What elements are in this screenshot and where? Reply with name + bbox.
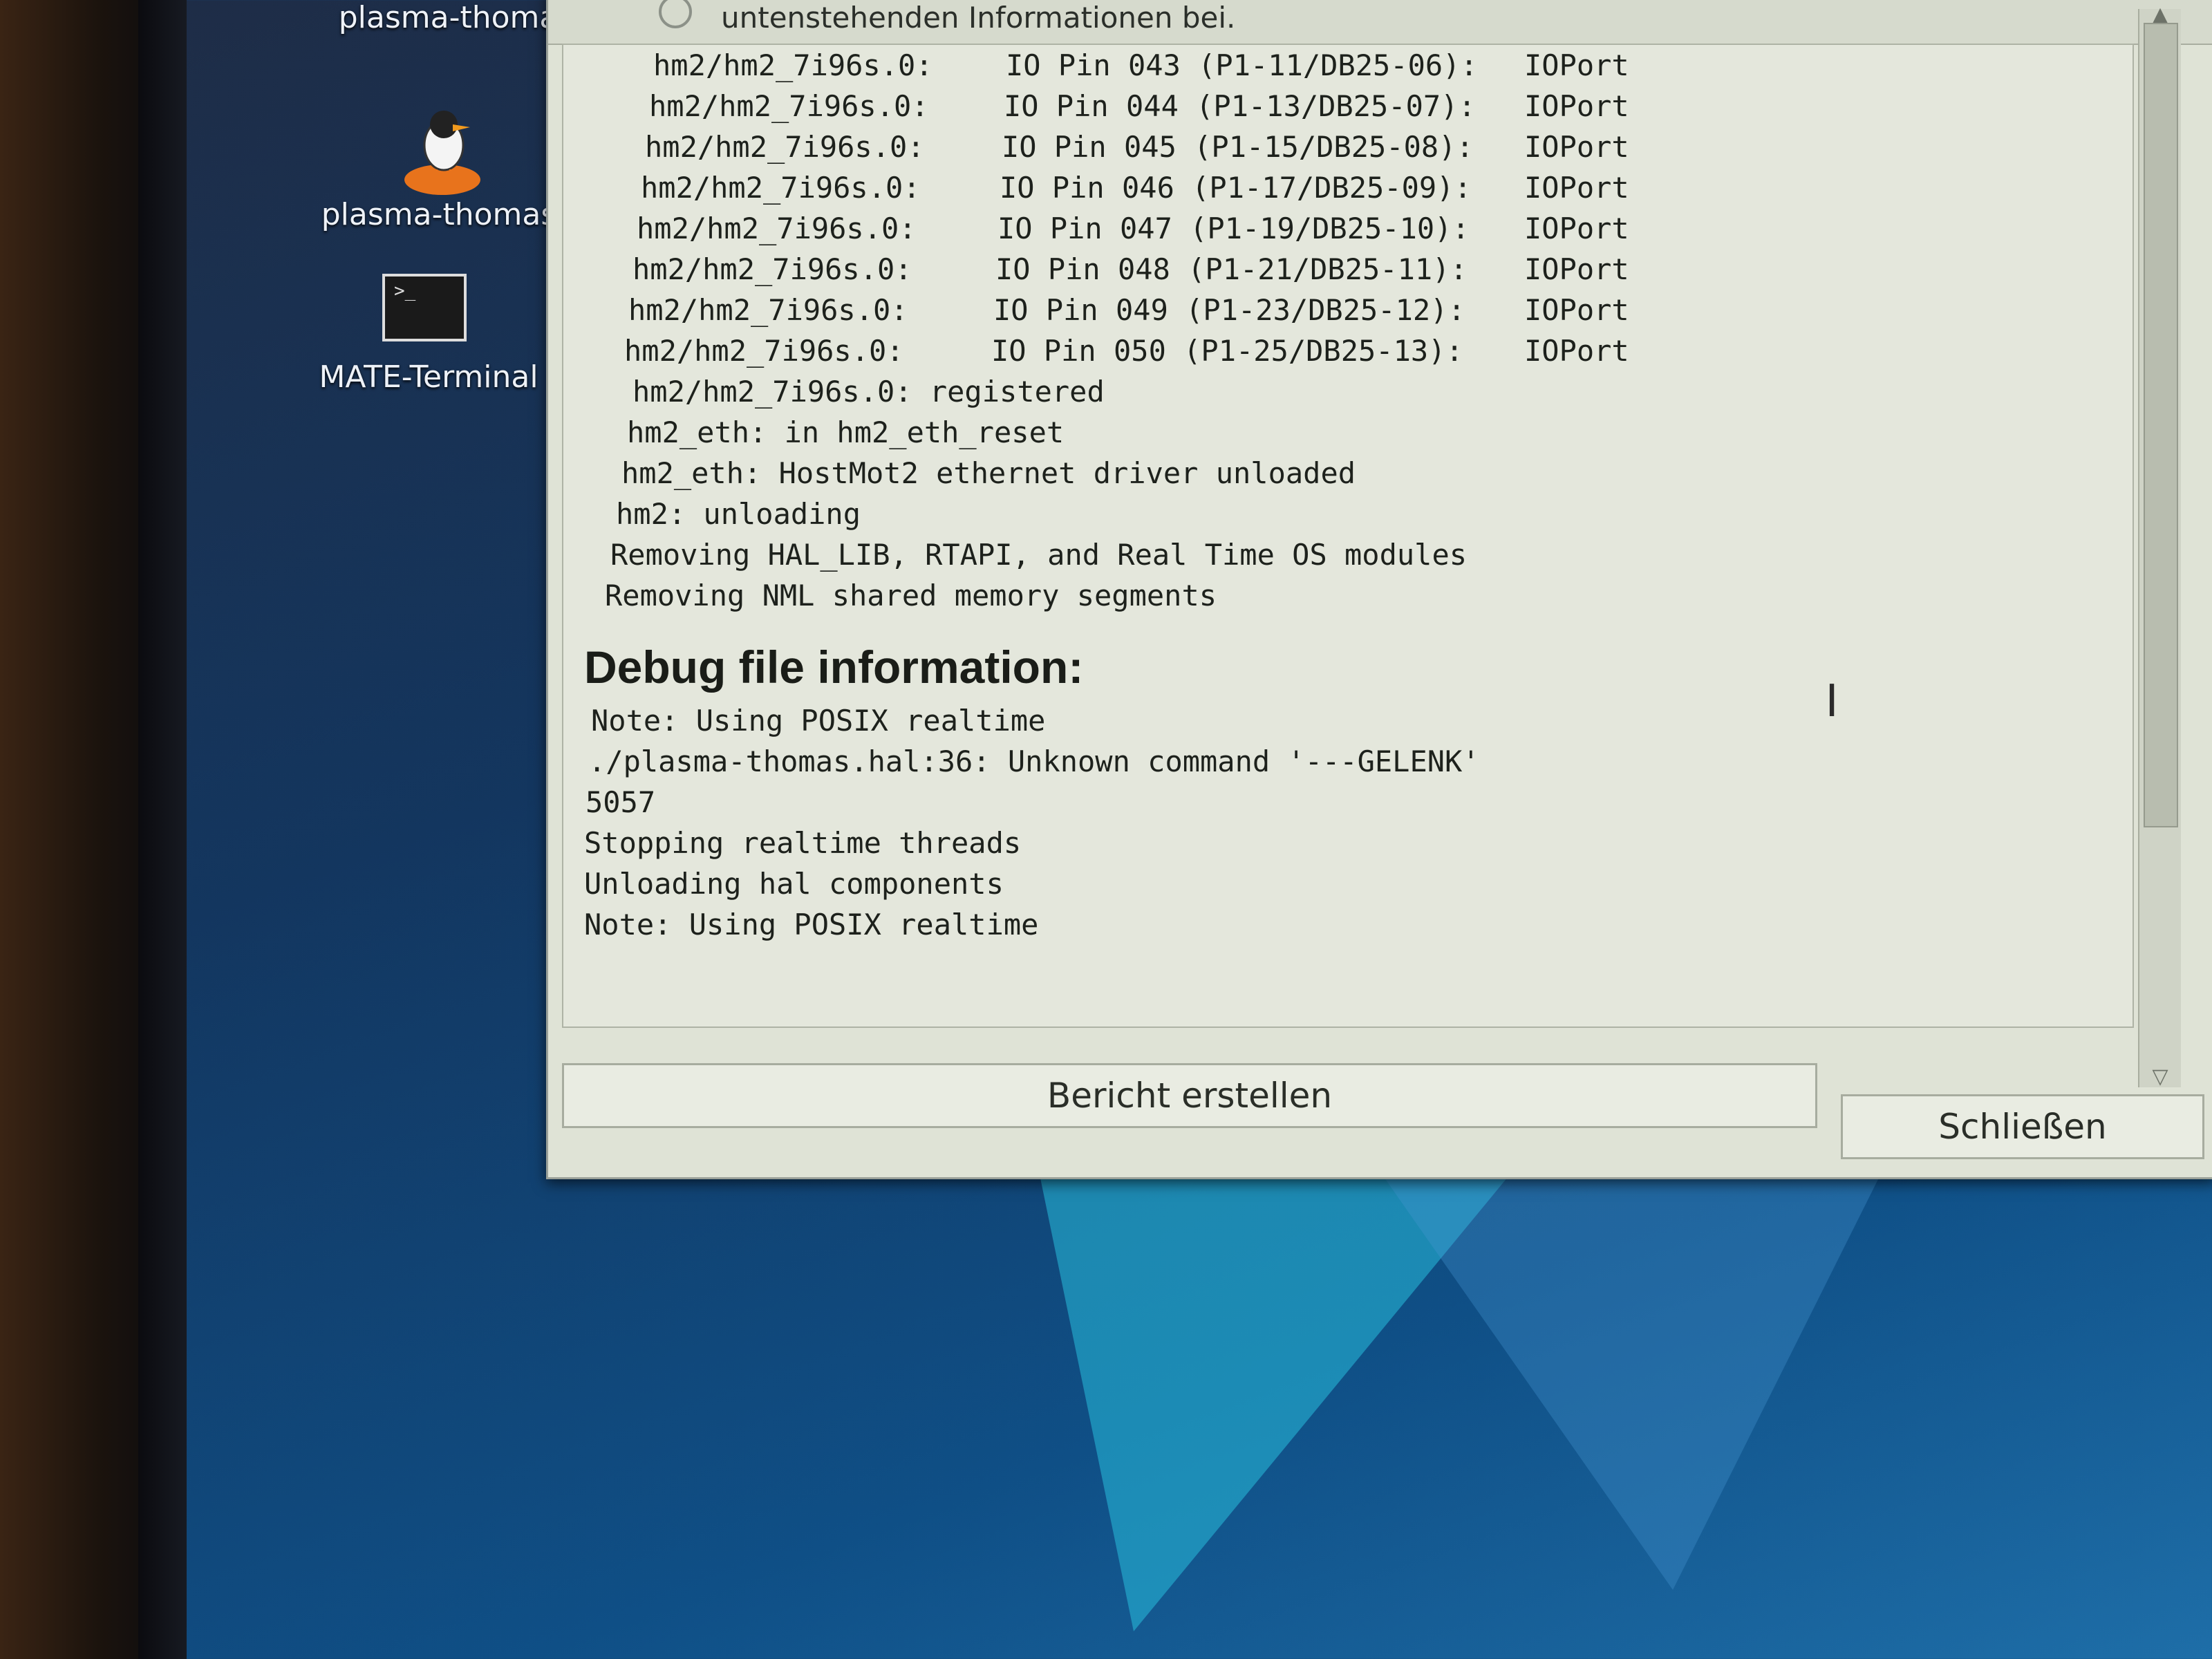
desktop-icon-label[interactable]: plasma-thomas <box>332 0 581 35</box>
svg-text:>_: >_ <box>394 281 416 301</box>
debug-line: Note: Using POSIX realtime <box>591 704 1046 738</box>
log-line: hm2_eth: HostMot2 ethernet driver unload… <box>621 456 1356 490</box>
pin-name: IO Pin 050 (P1-25/DB25-13): <box>991 334 1463 368</box>
error-icon <box>659 0 692 28</box>
pin-line: hm2/hm2_7i96s.0: IO Pin 050 (P1-25/DB25-1… <box>563 330 2133 371</box>
pin-module: hm2/hm2_7i96s.0: <box>653 48 933 82</box>
pin-module: hm2/hm2_7i96s.0: <box>645 130 925 164</box>
pin-list: hm2/hm2_7i96s.0: IO Pin 043 (P1-11/DB25-0… <box>563 45 2133 371</box>
pin-type: IOPort <box>1524 334 1629 368</box>
desktop-icon-label[interactable]: MATE-Terminal <box>290 359 567 395</box>
pin-type: IOPort <box>1524 48 1629 82</box>
log-line: hm2/hm2_7i96s.0: registered <box>632 375 1105 409</box>
debug-line: Unloading hal components <box>584 867 1004 901</box>
debug-line: ./plasma-thomas.hal:36: Unknown command … <box>588 744 1480 778</box>
pin-name: IO Pin 047 (P1-19/DB25-10): <box>997 212 1470 245</box>
pin-type: IOPort <box>1524 130 1629 164</box>
pin-module: hm2/hm2_7i96s.0: <box>649 89 929 123</box>
pin-type: IOPort <box>1524 212 1629 245</box>
debug-line: Note: Using POSIX realtime <box>584 908 1039 941</box>
vertical-scrollbar[interactable]: ▲ ▽ <box>2138 5 2181 1087</box>
close-button[interactable]: Schließen <box>1841 1094 2204 1159</box>
error-dialog: untenstehenden Informationen bei. hm2/hm… <box>546 0 2212 1179</box>
pin-name: IO Pin 043 (P1-11/DB25-06): <box>1006 48 1478 82</box>
pin-line: hm2/hm2_7i96s.0: IO Pin 047 (P1-19/DB25-1… <box>563 208 2133 249</box>
pin-module: hm2/hm2_7i96s.0: <box>628 293 908 327</box>
pin-name: IO Pin 048 (P1-21/DB25-11): <box>995 252 1468 286</box>
terminal-icon[interactable]: >_ <box>382 273 467 342</box>
log-line: Removing HAL_LIB, RTAPI, and Real Time O… <box>610 538 1468 572</box>
pin-name: IO Pin 049 (P1-23/DB25-12): <box>993 293 1465 327</box>
pin-line: hm2/hm2_7i96s.0: IO Pin 048 (P1-21/DB25-1… <box>563 249 2133 290</box>
report-button[interactable]: Bericht erstellen <box>562 1063 1817 1128</box>
pin-line: hm2/hm2_7i96s.0: IO Pin 049 (P1-23/DB25-1… <box>563 290 2133 330</box>
pin-name: IO Pin 046 (P1-17/DB25-09): <box>1000 171 1472 205</box>
pin-name: IO Pin 045 (P1-15/DB25-08): <box>1002 130 1474 164</box>
log-line: hm2_eth: in hm2_eth_reset <box>627 415 1065 449</box>
pin-name: IO Pin 044 (P1-13/DB25-07): <box>1004 89 1476 123</box>
log-list: hm2/hm2_7i96s.0: registered hm2_eth: in h… <box>563 371 2133 616</box>
desktop-icon-label[interactable]: plasma-thomas <box>311 197 567 232</box>
pin-line: hm2/hm2_7i96s.0: IO Pin 044 (P1-13/DB25-0… <box>563 86 2133 126</box>
linuxcnc-penguin-icon[interactable] <box>387 104 498 200</box>
pin-line: hm2/hm2_7i96s.0: IO Pin 043 (P1-11/DB25-0… <box>563 45 2133 86</box>
text-cursor-icon: I <box>1825 676 1839 727</box>
log-line: Removing NML shared memory segments <box>605 579 1217 612</box>
pin-line: hm2/hm2_7i96s.0: IO Pin 046 (P1-17/DB25-0… <box>563 167 2133 208</box>
debug-heading: Debug file information: <box>584 641 1084 693</box>
pin-module: hm2/hm2_7i96s.0: <box>624 334 904 368</box>
log-line: hm2: unloading <box>616 497 861 531</box>
scroll-down-arrow-icon[interactable]: ▽ <box>2146 1067 2174 1087</box>
pin-line: hm2/hm2_7i96s.0: IO Pin 045 (P1-15/DB25-0… <box>563 126 2133 167</box>
pin-type: IOPort <box>1524 252 1629 286</box>
pin-module: hm2/hm2_7i96s.0: <box>641 171 921 205</box>
debug-list: Note: Using POSIX realtime ./plasma-thoma… <box>563 700 2133 945</box>
pin-type: IOPort <box>1524 293 1629 327</box>
pin-module: hm2/hm2_7i96s.0: <box>632 252 912 286</box>
wallpaper-ray <box>1382 1175 1880 1590</box>
pin-type: IOPort <box>1524 89 1629 123</box>
debug-line: Stopping realtime threads <box>584 826 1022 860</box>
monitor-bezel-inner <box>138 0 187 1659</box>
pin-type: IOPort <box>1524 171 1629 205</box>
log-text-area[interactable]: hm2/hm2_7i96s.0: IO Pin 043 (P1-11/DB25-0… <box>562 44 2134 1028</box>
scroll-thumb[interactable] <box>2144 23 2178 827</box>
debug-line: 5057 <box>585 785 656 819</box>
header-message: untenstehenden Informationen bei. <box>721 1 1236 35</box>
pin-module: hm2/hm2_7i96s.0: <box>637 212 917 245</box>
dialog-header: untenstehenden Informationen bei. <box>548 0 2212 45</box>
